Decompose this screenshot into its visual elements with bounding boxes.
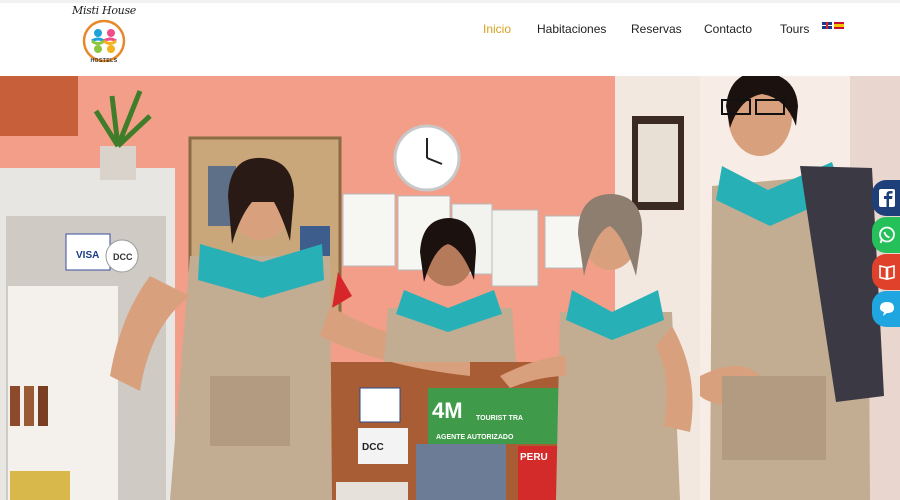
chat-button[interactable] — [872, 291, 900, 327]
dcc-card: DCC — [105, 239, 139, 273]
nav-inicio[interactable]: Inicio — [483, 22, 511, 40]
site-header: Misti House HOSTELS Inicio Habitaciones … — [0, 0, 900, 76]
nav-habitaciones[interactable]: Habitaciones — [537, 22, 606, 40]
wall-clock-icon — [393, 124, 461, 192]
sign-main-text: 4M — [432, 398, 463, 423]
facebook-button[interactable] — [872, 180, 900, 216]
en-flag-icon[interactable] — [822, 22, 832, 29]
dcc-sticker: DCC — [358, 428, 408, 464]
book-button[interactable] — [872, 254, 900, 290]
nav-contacto[interactable]: Contacto — [704, 22, 752, 40]
visa-card: VISA — [65, 233, 111, 271]
book-icon — [879, 264, 895, 281]
visa-text: VISA — [76, 250, 99, 261]
dcc-text: DCC — [113, 252, 133, 262]
tour-agency-sign: 4M TOURIST TRA AGENTE AUTORIZADO — [428, 388, 562, 444]
whatsapp-icon — [879, 226, 895, 244]
logo-text: Misti House — [71, 4, 137, 17]
top-divider — [0, 0, 900, 3]
nav-tours[interactable]: Tours — [780, 22, 809, 40]
hero-scene: VISA DCC 4M TOURIST TRA AGENTE AUTORIZAD… — [0, 76, 900, 500]
nav-reservas[interactable]: Reservas — [631, 22, 682, 40]
hero-photo: VISA DCC 4M TOURIST TRA AGENTE AUTORIZAD… — [0, 76, 900, 500]
sign-agent-text: AGENTE AUTORIZADO — [436, 434, 514, 441]
booking-sticker — [359, 387, 401, 423]
dcc-sticker-text: DCC — [362, 442, 384, 453]
whatsapp-button[interactable] — [872, 217, 900, 253]
peru-text: PERU — [520, 452, 548, 463]
logo-subtitle: HOSTELS — [90, 58, 118, 64]
chat-icon — [880, 302, 894, 316]
site-logo[interactable]: Misti House HOSTELS — [70, 4, 138, 68]
es-flag-icon[interactable] — [834, 22, 844, 29]
facebook-icon — [879, 189, 895, 207]
sign-sub-text: TOURIST TRA — [476, 415, 523, 422]
